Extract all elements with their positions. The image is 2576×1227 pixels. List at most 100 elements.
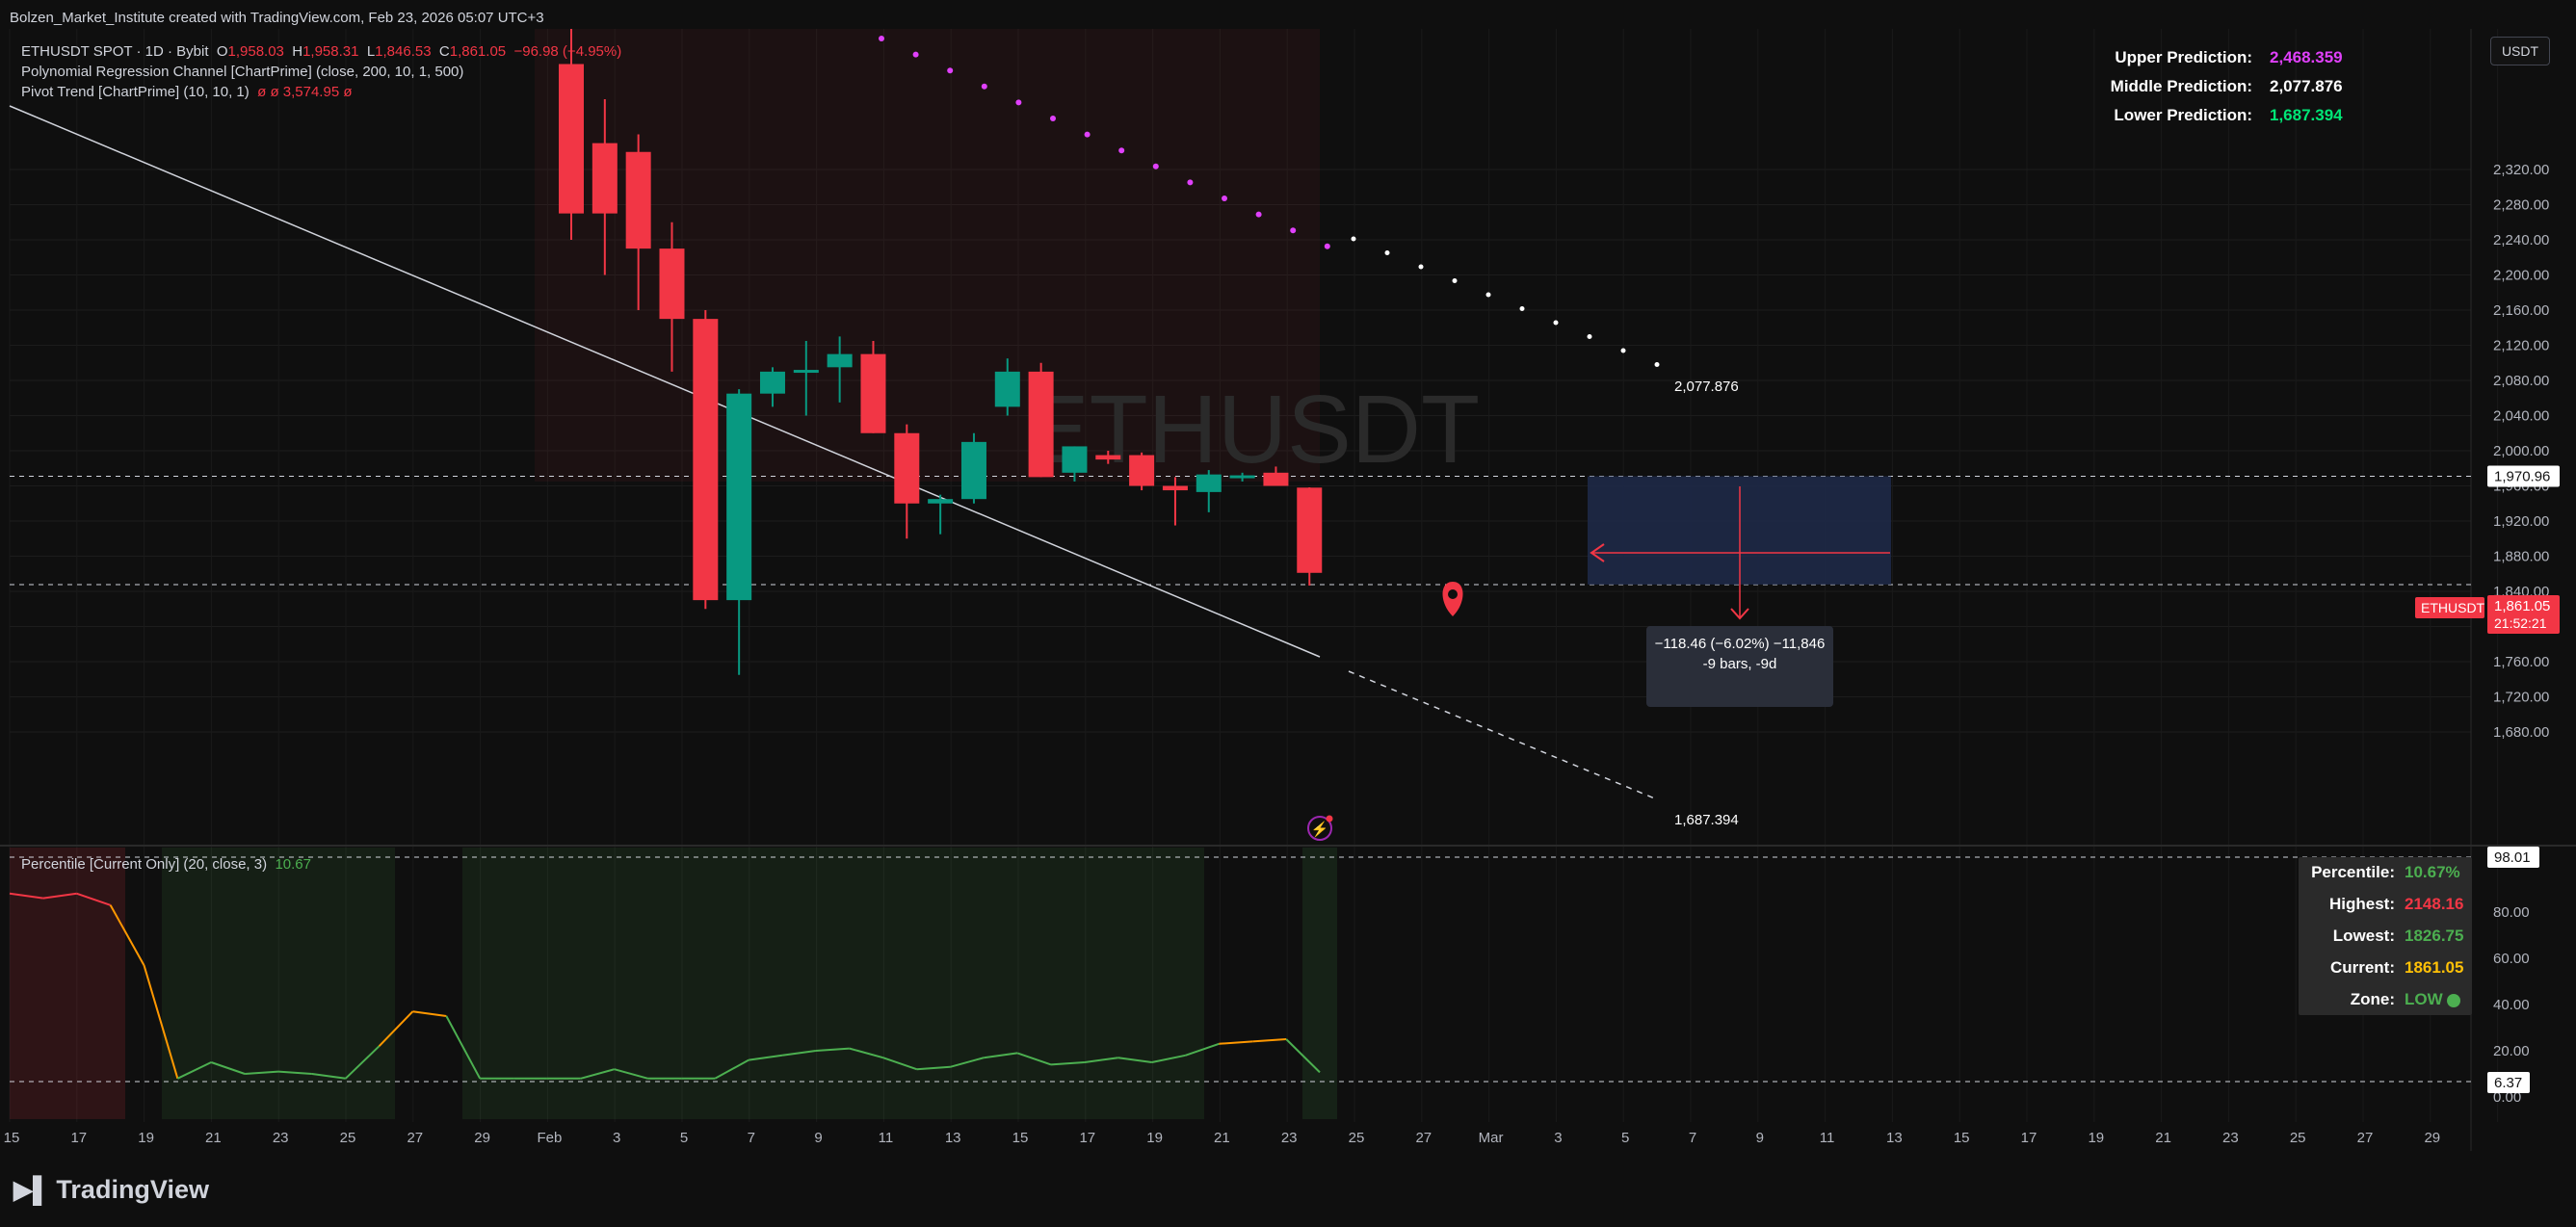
candle-body[interactable] [994,371,1020,407]
time-tick-label[interactable]: 21 [1214,1130,1230,1146]
time-tick-label[interactable]: 11 [879,1130,894,1146]
current-row: Current: 1861.05 [2299,953,2472,983]
time-tick-label[interactable]: 17 [70,1130,87,1146]
time-tick-label[interactable]: 19 [2088,1130,2104,1146]
candle-body[interactable] [625,151,651,249]
close-label: C [438,43,450,60]
time-tick-label[interactable]: 7 [748,1130,755,1146]
lower-prediction-value: 1,687.394 [2270,106,2343,124]
time-tick-label[interactable]: 7 [1689,1130,1696,1146]
candle-body[interactable] [1162,485,1188,491]
time-tick-label[interactable]: 27 [2357,1130,2374,1146]
currency-button[interactable]: USDT [2490,37,2550,65]
candle-body[interactable] [693,319,719,601]
time-tick-label[interactable]: 27 [1415,1130,1432,1146]
candle-body[interactable] [860,353,886,433]
candle-body[interactable] [1129,455,1155,486]
percentile-label-bottom: 6.37 [2494,1075,2522,1091]
middle-prediction-dot [1384,250,1390,255]
candle-body[interactable] [591,143,618,214]
time-tick-label[interactable]: 19 [1146,1130,1163,1146]
candle-body[interactable] [726,393,752,601]
middle-prediction-value: 2,077.876 [2270,77,2343,95]
time-tick-label[interactable]: 29 [474,1130,490,1146]
time-axis[interactable]: 15 17 19 21 23 25 27 29 Feb 3 5 7 9 11 13 15 17 19 21 23 25 2… [4,1130,2440,1146]
time-tick-label[interactable]: 9 [814,1130,822,1146]
tradingview-logo[interactable]: ▶▌ TradingView [13,1175,209,1205]
percentile-label-top: 98.01 [2494,849,2531,866]
background-zones [10,29,1337,1119]
percentile-high-zone [10,848,125,1119]
time-tick-label[interactable]: 15 [4,1130,20,1146]
time-tick-label[interactable]: 15 [1954,1130,1970,1146]
middle-prediction-dot [1620,348,1626,353]
time-tick-label[interactable]: 13 [945,1130,961,1146]
lower-prediction-row: Lower Prediction: 1,687.394 [2114,106,2376,125]
indicator-pivot-trend[interactable]: Pivot Trend [ChartPrime] (10, 10, 1) ø ø… [21,84,353,100]
time-tick-label[interactable]: 5 [680,1130,688,1146]
zone-label: Zone: [2350,990,2395,1008]
middle-prediction-dot [1452,278,1458,283]
chart-credit: Bolzen_Market_Institute created with Tra… [10,10,544,26]
lowest-row: Lowest: 1826.75 [2299,921,2472,952]
time-tick-label[interactable]: 23 [273,1130,289,1146]
time-tick-label[interactable]: 29 [2424,1130,2440,1146]
time-tick-label[interactable]: 25 [2290,1130,2306,1146]
upper-prediction-dot [1084,131,1091,138]
symbol-ohlc-line: ETHUSDT SPOT · 1D · Bybit O1,958.03 H1,9… [21,43,621,60]
candle-body[interactable] [793,370,819,374]
percentile-tick-label: 20.00 [2493,1043,2530,1059]
symbol-tag: ETHUSDT [2421,600,2485,615]
middle-prediction-row: Middle Prediction: 2,077.876 [2111,77,2376,96]
chart-canvas[interactable]: ETHUSDT 2,077.876 1,687.394 ⚡ 2,320.00 2,2… [0,0,2576,1227]
candle-body[interactable] [960,441,986,500]
candle-body[interactable] [1229,475,1255,479]
candle-body[interactable] [1028,371,1054,478]
candle-body[interactable] [1196,474,1222,492]
upper-prediction-dot [1255,211,1262,218]
price-tick-label: 2,240.00 [2493,232,2549,248]
current-label: Current: [2329,958,2395,977]
time-tick-label[interactable]: 25 [1349,1130,1365,1146]
time-tick-label[interactable]: Feb [537,1130,562,1146]
candle-body[interactable] [827,353,853,368]
middle-prediction-dot [1418,264,1424,270]
candle-body[interactable] [1095,455,1121,460]
candle-body[interactable] [559,64,584,214]
upper-prediction-label: Upper Prediction: [2115,48,2252,66]
time-tick-label[interactable]: 17 [2021,1130,2037,1146]
price-tick-label: 2,040.00 [2493,408,2549,425]
time-tick-label[interactable]: 11 [1820,1130,1835,1146]
time-tick-label[interactable]: 13 [1886,1130,1903,1146]
symbol-name[interactable]: ETHUSDT SPOT · 1D · Bybit [21,43,208,60]
percentile-indicator-title[interactable]: Percentile [Current Only] (20, close, 3)… [21,856,311,873]
candle-body[interactable] [1263,472,1289,486]
upper-prediction-dot [912,51,919,58]
candle-body[interactable] [1297,487,1323,573]
time-tick-label[interactable]: 3 [1554,1130,1562,1146]
candle-body[interactable] [659,248,685,320]
candle-body[interactable] [894,432,920,504]
percentile-label: Percentile: [2311,863,2395,881]
time-tick-label[interactable]: 3 [613,1130,620,1146]
candle-body[interactable] [759,371,785,394]
percentile-tick-label: 60.00 [2493,951,2530,967]
time-tick-label[interactable]: 21 [205,1130,222,1146]
time-tick-label[interactable]: 15 [1012,1130,1029,1146]
time-tick-label[interactable]: 25 [340,1130,356,1146]
indicator-pivot-trend-label: Pivot Trend [ChartPrime] (10, 10, 1) [21,84,250,100]
time-tick-label[interactable]: 21 [2155,1130,2171,1146]
percentile-title-value: 10.67 [275,856,311,873]
time-tick-label[interactable]: 27 [407,1130,423,1146]
time-tick-label[interactable]: 9 [1756,1130,1764,1146]
highest-label: Highest: [2329,895,2395,913]
time-tick-label[interactable]: 23 [2222,1130,2239,1146]
indicator-poly-regression[interactable]: Polynomial Regression Channel [ChartPrim… [21,64,463,80]
time-tick-label[interactable]: 5 [1621,1130,1629,1146]
time-tick-label[interactable]: 19 [138,1130,154,1146]
time-tick-label[interactable]: 17 [1079,1130,1095,1146]
time-tick-label[interactable]: 23 [1281,1130,1298,1146]
candle-body[interactable] [1062,446,1088,473]
candle-body[interactable] [928,499,954,504]
time-tick-label[interactable]: Mar [1479,1130,1504,1146]
